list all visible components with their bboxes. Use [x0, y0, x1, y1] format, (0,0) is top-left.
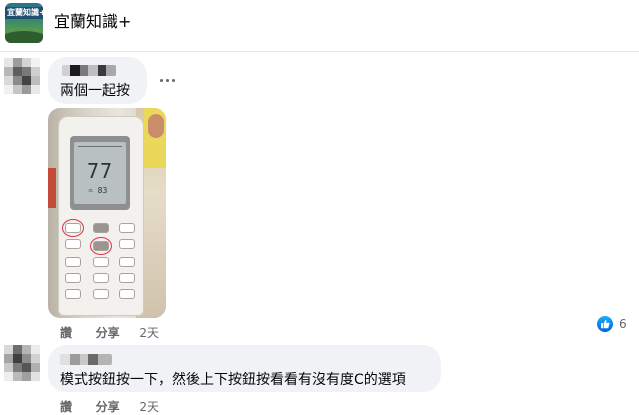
remote-button: [120, 258, 134, 266]
remote-button: [94, 290, 108, 298]
like-link[interactable]: 讚: [60, 399, 72, 415]
highlight-circle-down: [90, 237, 112, 255]
group-avatar-hill: [5, 31, 43, 43]
photo-background-hand: [148, 114, 164, 138]
remote-button: [120, 274, 134, 282]
comment-timestamp[interactable]: 2天: [139, 325, 159, 341]
comment-bubble-1: 兩個一起按: [48, 57, 147, 104]
remote-button: [94, 258, 108, 266]
comment-actions-2: 讚 分享 2天: [60, 399, 159, 415]
commenter-avatar-2[interactable]: [4, 345, 40, 381]
group-name[interactable]: 宜蘭知識+: [54, 12, 131, 32]
remote-button: [66, 258, 80, 266]
comment-text: 兩個一起按: [60, 83, 130, 99]
like-link[interactable]: 讚: [60, 325, 72, 341]
group-avatar[interactable]: 宜蘭知識+: [5, 3, 43, 43]
reaction-count: 6: [619, 317, 627, 331]
comment-bubble-2: 模式按鈕按一下，然後上下按鈕按看看有沒有度C的選項: [48, 345, 441, 392]
remote-button: [120, 240, 134, 248]
remote-lcd-segment: [78, 146, 122, 150]
remote-lcd-temperature: 77: [86, 159, 114, 183]
comment-timestamp[interactable]: 2天: [139, 399, 159, 415]
group-avatar-logo-text: 宜蘭知識+: [7, 8, 43, 17]
remote-lcd-fan: ♒ 83: [88, 186, 108, 195]
remote-button: [66, 274, 80, 282]
remote-up-button: [94, 224, 108, 232]
remote-control-image: 77 ♒ 83: [58, 116, 144, 316]
remote-power-button: [120, 224, 134, 232]
share-link[interactable]: 分享: [96, 325, 120, 341]
like-reaction-icon: [595, 314, 615, 334]
remote-button: [66, 240, 80, 248]
comment-photo-attachment[interactable]: 77 ♒ 83: [48, 108, 166, 318]
commenter-avatar-1[interactable]: [4, 58, 40, 94]
photo-background-red: [48, 168, 56, 208]
share-link[interactable]: 分享: [96, 399, 120, 415]
remote-button: [94, 274, 108, 282]
remote-button: [120, 290, 134, 298]
commenter-name-redacted[interactable]: [60, 354, 112, 365]
group-header: 宜蘭知識+ 宜蘭知識+: [0, 0, 639, 52]
commenter-name-redacted[interactable]: [62, 65, 116, 76]
comment-actions-1: 讚 分享 2天: [60, 325, 159, 341]
more-options-icon[interactable]: [158, 76, 178, 86]
highlight-circle-mode: [62, 219, 84, 237]
comment-text: 模式按鈕按一下，然後上下按鈕按看看有沒有度C的選項: [60, 372, 406, 388]
remote-button: [66, 290, 80, 298]
